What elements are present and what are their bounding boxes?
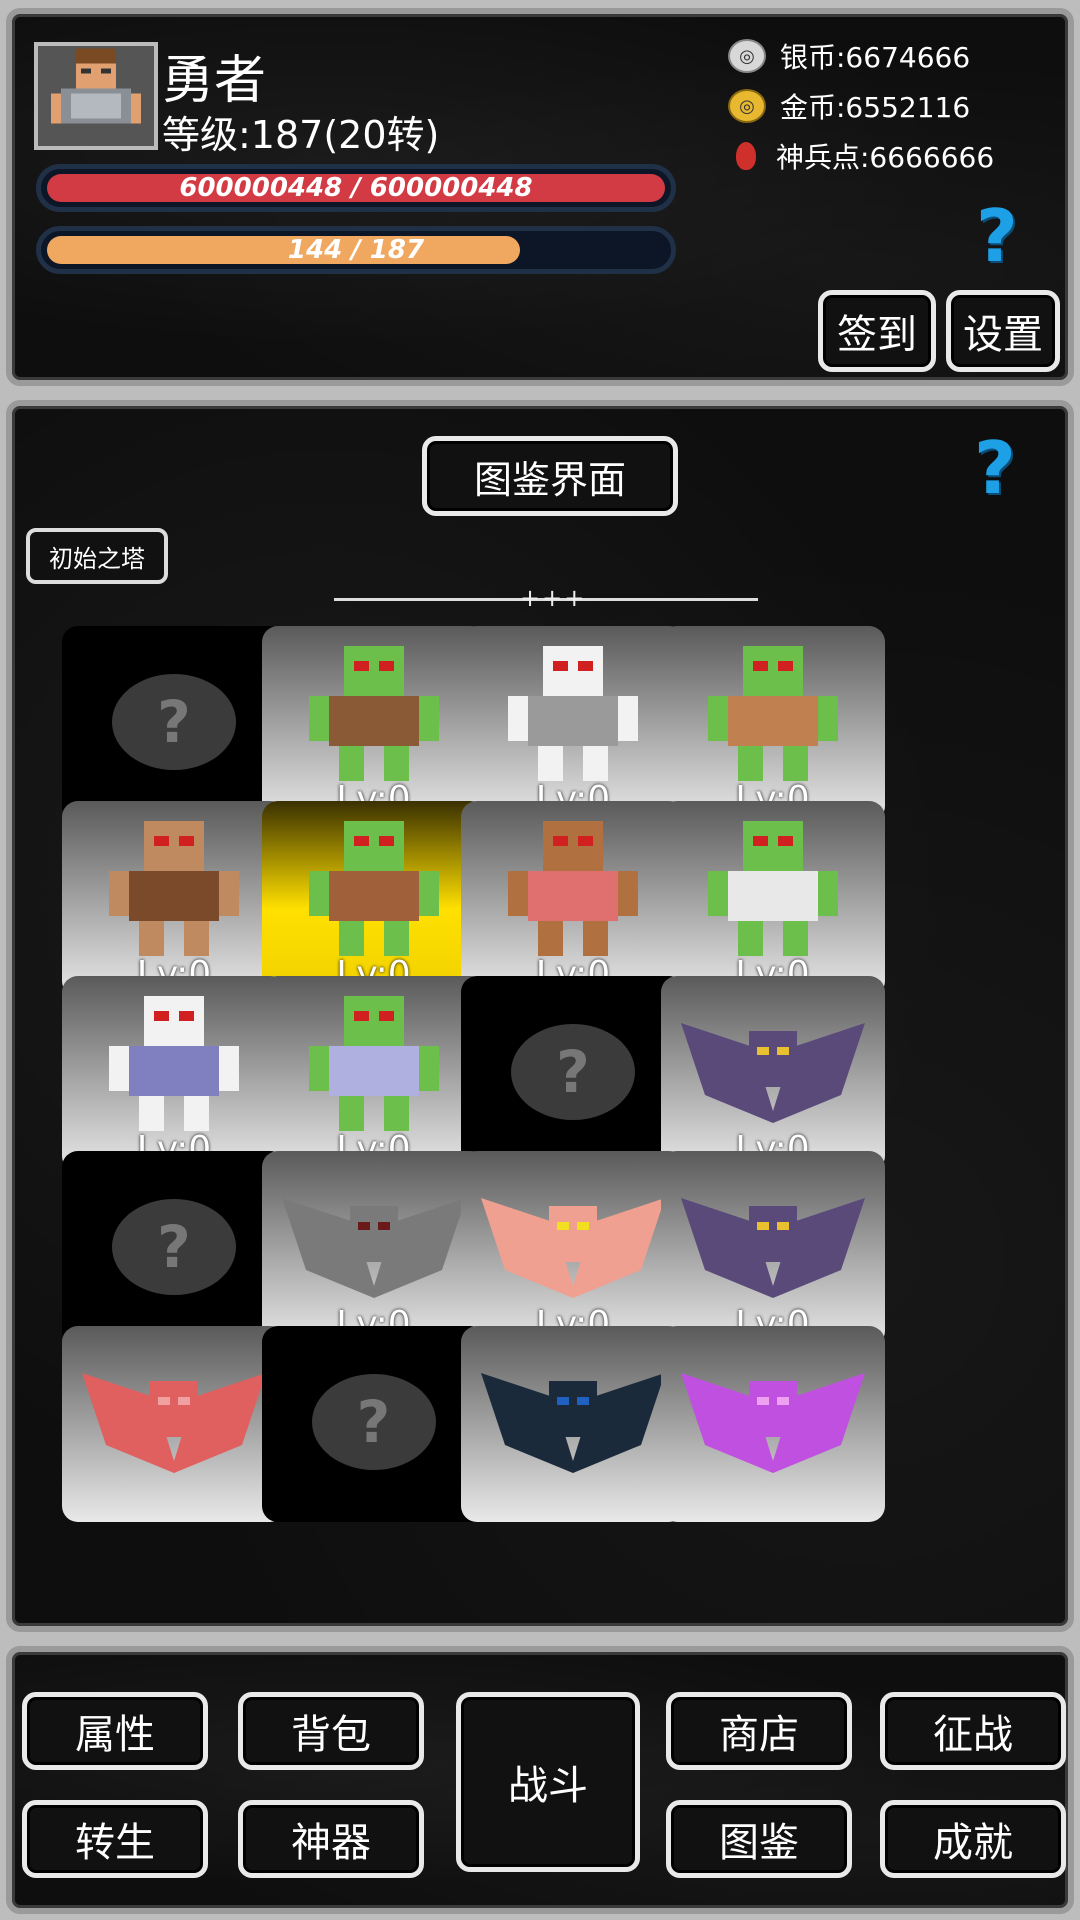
hp-text: 600000448 / 600000448 [179,173,533,203]
locked-question-icon: ? [511,1024,635,1120]
locked-question-icon: ? [112,674,236,770]
monster-grid[interactable]: ? Lv:0 Lv:0 Lv:0 Lv:0 Lv:0 Lv:0 Lv:0 Lv:0 Lv:0? Lv… [60,626,1028,1616]
nav-rebirth-button[interactable]: 转生 [22,1800,208,1878]
monster-card[interactable]: ? [62,1151,286,1347]
shenbing-amount: 神兵点:6666666 [776,141,995,174]
monster-card[interactable]: Lv:0 [660,1151,885,1347]
locked-question-icon: ? [311,1374,436,1470]
shenbing-currency: 神兵点:6666666 [728,136,994,176]
violet-bat-icon [680,1161,865,1311]
pink-demon-bat-icon [481,1161,665,1311]
nav-bag-button[interactable]: 背包 [238,1692,424,1770]
hp-bar: 600000448 / 600000448 [36,164,676,212]
monster-card[interactable]: Lv:0 [660,976,885,1172]
locked-question-icon: ? [112,1199,236,1295]
nav-achievements-button[interactable]: 成就 [880,1800,1066,1878]
nav-codex-button[interactable]: 图鉴 [666,1800,852,1878]
monster-card[interactable]: ? [261,1326,486,1522]
goblin-knight-icon [681,811,865,961]
goblin-axe-shield-icon [681,636,865,786]
silver-coin-icon: ◎ [728,39,766,73]
monster-card[interactable]: Lv:0 [461,801,685,997]
monster-card[interactable]: Lv:0 [261,1151,486,1347]
tower-selector[interactable]: 初始之塔 [26,528,168,584]
monster-card[interactable] [461,1326,685,1522]
checkin-button[interactable]: 签到 [818,290,936,372]
goblin-paladin-icon [282,986,466,1136]
nav-shop-button[interactable]: 商店 [666,1692,852,1770]
settings-button[interactable]: 设置 [946,290,1060,372]
codex-panel: 图鉴界面 ? 初始之塔 +++ ? Lv:0 Lv:0 Lv:0 Lv:0 Lv:0 Lv:… [6,400,1074,1632]
red-demon-bat-icon [82,1336,266,1486]
divider-ornament: +++ [520,584,587,612]
monster-card[interactable]: Lv:0 [62,801,286,997]
skeleton-icon [481,636,665,786]
mummy-brute-icon [82,811,266,961]
monster-card[interactable]: Lv:0 [660,626,885,822]
monster-card[interactable]: Lv:0 [461,626,685,822]
nav-campaign-button[interactable]: 征战 [880,1692,1066,1770]
silver-amount: 银币:6674666 [780,41,971,74]
help-icon[interactable]: ? [976,194,1018,278]
monster-card[interactable] [660,1326,885,1522]
goblin-shaman-icon [282,811,466,961]
silver-currency: ◎ 银币:6674666 [728,36,970,76]
nav-battle-button[interactable]: 战斗 [456,1692,640,1872]
hero-sprite-icon [51,48,141,144]
purple-bat-icon [680,986,865,1136]
player-status-panel: 勇者 等级:187(20转) 600000448 / 600000448 144… [6,8,1074,386]
skeleton-warrior-icon [82,986,266,1136]
bottom-nav: 属性 背包 战斗 商店 征战 转生 神器 图鉴 成就 [6,1646,1074,1914]
gold-coin-icon: ◎ [728,89,766,123]
hero-name: 勇者 [162,51,267,111]
monster-card[interactable]: ? [62,626,286,822]
nav-attributes-button[interactable]: 属性 [22,1692,208,1770]
gold-amount: 金币:6552116 [780,91,971,124]
monster-card[interactable]: Lv:0 [660,801,885,997]
monster-card[interactable]: Lv:0 [62,976,286,1172]
monster-card[interactable]: Lv:0 [261,626,486,822]
nav-artifact-button[interactable]: 神器 [238,1800,424,1878]
hero-level: 等级:187(20转) [162,113,440,157]
monster-card[interactable]: ? [461,976,685,1172]
gold-currency: ◎ 金币:6552116 [728,86,970,126]
hero-avatar[interactable] [34,42,158,150]
stone-golem-icon [481,811,665,961]
exp-text: 144 / 187 [287,235,425,265]
dark-bat-icon [481,1336,665,1486]
codex-help-icon[interactable]: ? [974,426,1016,510]
monster-card[interactable] [62,1326,286,1522]
monster-card[interactable]: Lv:0 [461,1151,685,1347]
exp-bar: 144 / 187 [36,226,676,274]
goblin-club-icon [282,636,466,786]
monster-card[interactable]: Lv:0 [261,976,486,1172]
gray-demon-bat-icon [281,1161,466,1311]
codex-title: 图鉴界面 [422,436,678,516]
gem-icon [736,142,756,170]
magenta-bat-icon [680,1336,865,1486]
monster-card[interactable]: Lv:0 [261,801,486,997]
